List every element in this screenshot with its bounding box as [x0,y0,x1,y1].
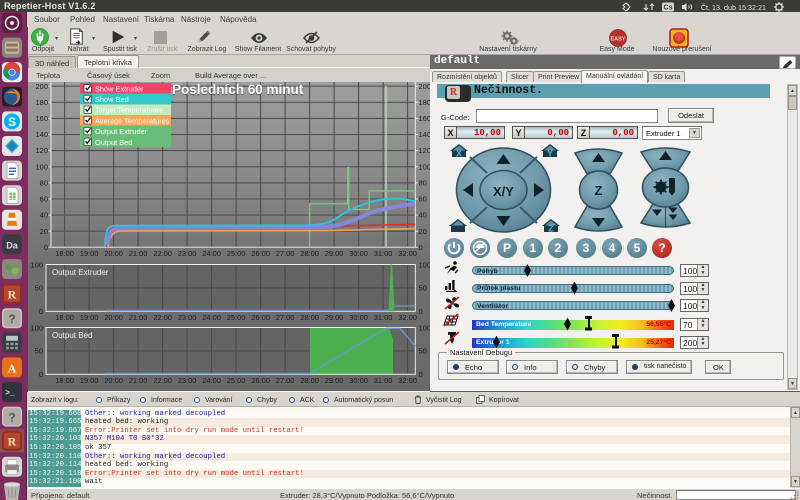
svg-text:A: A [8,361,17,375]
svg-text:31:00: 31:00 [374,249,393,258]
svg-text:120: 120 [35,146,48,155]
svg-text:X/Y: X/Y [493,184,514,199]
svg-text:28:00: 28:00 [300,249,319,258]
svg-text:Target Temperatures: Target Temperatures [95,106,163,115]
svg-text:20:00: 20:00 [104,376,123,385]
svg-text:0: 0 [39,307,43,316]
svg-text:50: 50 [35,284,43,293]
svg-text:180: 180 [35,98,48,107]
svg-text:23:00: 23:00 [178,376,197,385]
svg-text:27:00: 27:00 [276,313,295,322]
svg-text:S: S [8,115,16,129]
svg-text:18:00: 18:00 [55,249,74,258]
svg-text:24:00: 24:00 [202,376,221,385]
svg-text:>_: >_ [5,389,15,398]
svg-text:26:00: 26:00 [251,313,270,322]
svg-text:21:00: 21:00 [129,313,148,322]
svg-text:Y: Y [547,149,553,159]
svg-text:100: 100 [30,260,43,269]
svg-text:140: 140 [35,130,48,139]
svg-text:80: 80 [419,179,427,188]
svg-text:20: 20 [419,227,427,236]
svg-text:30:00: 30:00 [349,376,368,385]
svg-text:Da: Da [6,240,18,250]
svg-text:27:00: 27:00 [276,249,295,258]
svg-text:100: 100 [35,162,48,171]
svg-text:0: 0 [419,307,423,316]
svg-text:Z: Z [548,224,554,234]
svg-text:50: 50 [419,284,427,293]
svg-text:0: 0 [39,370,43,379]
svg-text:0: 0 [44,243,48,252]
svg-text:20: 20 [40,227,48,236]
svg-text:23:00: 23:00 [178,249,197,258]
svg-text:100: 100 [419,323,431,332]
svg-text:19:00: 19:00 [80,249,99,258]
svg-text:20:00: 20:00 [104,249,123,258]
svg-text:40: 40 [419,211,427,220]
svg-text:Show Bed: Show Bed [95,95,129,104]
svg-text:30:00: 30:00 [349,249,368,258]
svg-text:X: X [456,149,462,159]
svg-text:19:00: 19:00 [80,313,99,322]
svg-text:30:00: 30:00 [349,313,368,322]
svg-text:Z: Z [595,183,603,198]
svg-text:24:00: 24:00 [202,249,221,258]
svg-text:0: 0 [419,243,423,252]
svg-text:0: 0 [419,370,423,379]
svg-text:50: 50 [35,347,43,356]
svg-text:160: 160 [35,114,48,123]
svg-text:29:00: 29:00 [325,313,344,322]
svg-text:29:00: 29:00 [325,376,344,385]
svg-text:60: 60 [419,195,427,204]
svg-text:Output Bed: Output Bed [95,138,132,147]
svg-text:100: 100 [419,260,431,269]
svg-text:22:00: 22:00 [153,249,172,258]
svg-text:31:00: 31:00 [374,376,393,385]
svg-text:20:00: 20:00 [104,313,123,322]
svg-text:100: 100 [419,162,431,171]
svg-text:22:00: 22:00 [153,313,172,322]
svg-text:180: 180 [419,98,431,107]
svg-text:28:00: 28:00 [300,313,319,322]
svg-text:25:00: 25:00 [227,249,246,258]
svg-text:23:00: 23:00 [178,313,197,322]
svg-text:27:00: 27:00 [276,376,295,385]
svg-text:32:00: 32:00 [398,313,417,322]
svg-text:Show Extruder: Show Extruder [95,84,144,93]
svg-text:160: 160 [419,114,431,123]
svg-text:22:00: 22:00 [153,376,172,385]
svg-text:Average Temperatures: Average Temperatures [95,116,170,125]
svg-text:21:00: 21:00 [129,249,148,258]
svg-text:26:00: 26:00 [251,376,270,385]
svg-text:120: 120 [419,146,431,155]
svg-text:24:00: 24:00 [202,313,221,322]
svg-text:80: 80 [40,179,48,188]
svg-text:28:00: 28:00 [300,376,319,385]
svg-text:25:00: 25:00 [227,313,246,322]
svg-text:200: 200 [419,82,431,91]
svg-text:Output Bed: Output Bed [52,331,92,340]
svg-text:Posledních 60 minut: Posledních 60 minut [172,82,304,97]
svg-text:40: 40 [40,211,48,220]
svg-text:EASY: EASY [611,37,626,43]
svg-text:Output Extruder: Output Extruder [52,268,109,277]
svg-text:100: 100 [30,323,43,332]
svg-text:Output Extruder: Output Extruder [95,127,148,136]
svg-text:18:00: 18:00 [55,313,74,322]
svg-text:19:00: 19:00 [80,376,99,385]
svg-text:200: 200 [35,82,48,91]
svg-text:32:00: 32:00 [398,249,417,258]
svg-text:31:00: 31:00 [374,313,393,322]
svg-text:21:00: 21:00 [129,376,148,385]
svg-text:32:00: 32:00 [398,376,417,385]
svg-text:50: 50 [419,347,427,356]
svg-text:60: 60 [40,195,48,204]
svg-text:25:00: 25:00 [227,376,246,385]
svg-text:Cs: Cs [664,4,673,11]
svg-text:26:00: 26:00 [251,249,270,258]
svg-text:29:00: 29:00 [325,249,344,258]
svg-text:140: 140 [419,130,431,139]
svg-text:18:00: 18:00 [55,376,74,385]
